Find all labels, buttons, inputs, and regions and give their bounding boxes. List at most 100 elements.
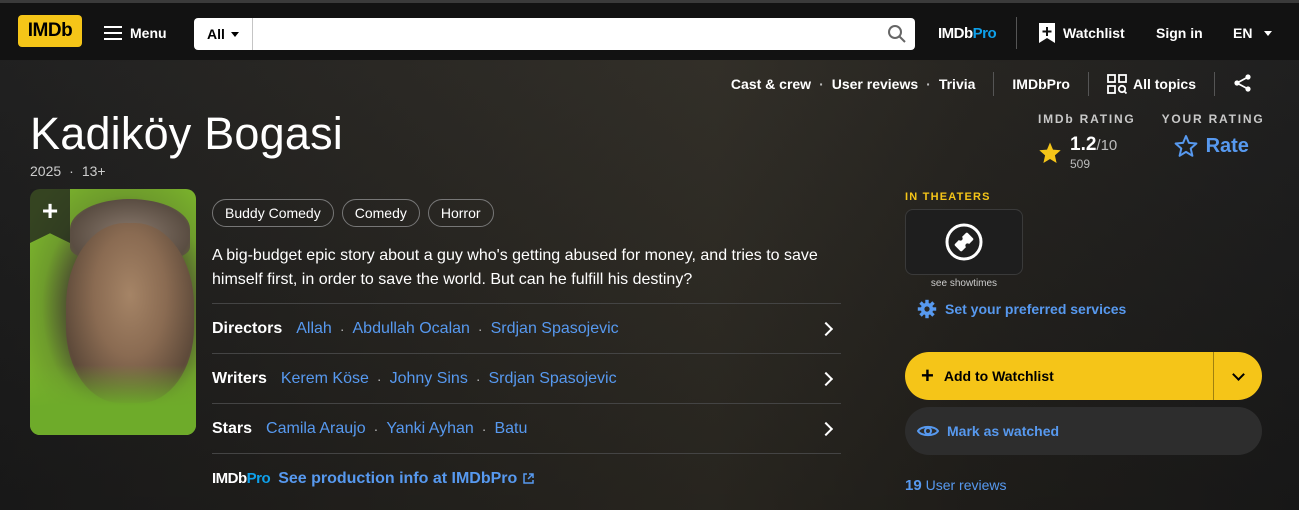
production-info-row: IMDbPro See production info at IMDbPro [212, 453, 841, 503]
rate-button[interactable]: Rate [1174, 134, 1265, 158]
imdbpro-prefix: IMDb [212, 470, 247, 487]
production-info-link[interactable]: See production info at IMDbPro [278, 469, 535, 488]
genre-chips: Buddy Comedy Comedy Horror [212, 199, 494, 227]
signin-link[interactable]: Sign in [1156, 25, 1203, 41]
imdbpro-logo: IMDbPro [212, 470, 271, 487]
showtimes-button[interactable] [905, 209, 1023, 275]
genre-chip[interactable]: Buddy Comedy [212, 199, 334, 227]
language-select[interactable]: EN [1233, 25, 1273, 41]
credit-name[interactable]: Srdjan Spasojevic [491, 320, 619, 338]
credit-name[interactable]: Yanki Ayhan [386, 420, 473, 438]
caret-down-icon [1264, 30, 1273, 36]
add-to-watchlist-button: + Add to Watchlist [905, 352, 1262, 400]
plus-icon: + [921, 363, 934, 388]
title-hero: Cast & crew · User reviews · Trivia IMDb… [0, 60, 1299, 510]
credit-name[interactable]: Srdjan Spasojevic [489, 370, 617, 388]
subnav-cast-crew[interactable]: Cast & crew [723, 76, 819, 92]
share-icon[interactable] [1225, 73, 1261, 96]
preferred-services-label: Set your preferred services [945, 301, 1127, 317]
imdbpro-nav-link[interactable]: IMDbPro [938, 25, 997, 42]
chevron-right-icon[interactable] [818, 421, 834, 436]
title-subnav: Cast & crew · User reviews · Trivia IMDb… [723, 72, 1261, 96]
your-rating: YOUR RATING Rate [1162, 112, 1265, 171]
credit-label: Writers [212, 369, 267, 387]
rating-out-of: /10 [1096, 137, 1118, 154]
credit-name[interactable]: Allah [296, 320, 332, 338]
poster-shirt [30, 365, 196, 435]
ticket-icon [945, 223, 983, 261]
plot-summary: A big-budget epic story about a guy who'… [212, 247, 818, 288]
your-rating-label: YOUR RATING [1161, 112, 1265, 126]
mark-as-watched-label: Mark as watched [947, 423, 1060, 439]
chevron-right-icon[interactable] [818, 371, 834, 386]
production-info-label: See production info at IMDbPro [278, 469, 518, 487]
credit-row-directors[interactable]: Directors Allah · Abdullah Ocalan · Srdj… [212, 303, 841, 353]
all-topics-button[interactable]: All topics [1099, 74, 1204, 94]
star-icon [1039, 142, 1061, 163]
principal-credits: Directors Allah · Abdullah Ocalan · Srdj… [212, 303, 841, 503]
watchlist-add-icon [1039, 23, 1055, 43]
add-to-watchlist-main[interactable]: + Add to Watchlist [905, 352, 1213, 400]
external-link-icon [523, 473, 535, 484]
rate-label: Rate [1205, 134, 1249, 157]
menu-label: Menu [130, 25, 167, 41]
mark-as-watched-button[interactable]: Mark as watched [905, 407, 1262, 455]
star-outline-icon [1174, 135, 1197, 157]
chevron-down-icon [1231, 367, 1245, 381]
subnav-trivia[interactable]: Trivia [931, 76, 984, 92]
subnav-user-reviews[interactable]: User reviews [824, 76, 926, 92]
watchlist-nav-button[interactable]: Watchlist [1039, 23, 1125, 43]
gear-icon [917, 299, 937, 319]
user-review-count: 19 [905, 477, 922, 494]
add-to-watchlist-label: Add to Watchlist [943, 368, 1054, 384]
search-category-select[interactable]: All [194, 18, 253, 50]
rating-score: 1.2 [1070, 134, 1097, 155]
certificate[interactable]: 13+ [82, 163, 106, 179]
search-bar: All [194, 18, 915, 50]
credit-label: Directors [212, 319, 283, 337]
credit-name[interactable]: Abdullah Ocalan [353, 320, 470, 338]
credit-name[interactable]: Camila Araujo [266, 420, 366, 438]
title-meta: 2025 · 13+ [30, 163, 106, 179]
genre-chip[interactable]: Horror [427, 199, 494, 227]
imdbpro-suffix: Pro [246, 470, 271, 487]
chevron-right-icon[interactable] [818, 321, 834, 336]
all-topics-label: All topics [1132, 76, 1196, 92]
in-theaters-label: IN THEATERS [905, 191, 991, 203]
genre-chip[interactable]: Comedy [341, 199, 420, 227]
grid-icon [1107, 74, 1127, 94]
credit-separator: · [477, 320, 483, 337]
preferred-services-link[interactable]: Set your preferred services [917, 299, 1126, 319]
menu-button[interactable]: Menu [104, 19, 167, 47]
user-reviews-link[interactable]: 19 User reviews [905, 477, 1006, 494]
ratings-bar: IMDb RATING 1.2/10 509 YOUR RATING Rate [1038, 112, 1265, 171]
meta-dot: · [69, 163, 74, 179]
search-input[interactable] [253, 19, 879, 49]
credit-name[interactable]: Kerem Köse [281, 370, 369, 388]
credit-row-writers[interactable]: Writers Kerem Köse · Johny Sins · Srdjan… [212, 353, 841, 403]
page-title: Kadiköy Bogasi [30, 108, 343, 159]
release-year[interactable]: 2025 [30, 163, 61, 179]
credit-separator: · [475, 370, 481, 387]
user-reviews-label: User reviews [925, 477, 1007, 493]
eye-icon [917, 425, 939, 437]
search-icon[interactable] [879, 18, 915, 50]
credit-name[interactable]: Johny Sins [390, 370, 468, 388]
imdb-rating[interactable]: IMDb RATING 1.2/10 509 [1038, 112, 1136, 171]
imdb-logo[interactable]: IMDb [18, 15, 82, 47]
hamburger-icon [104, 26, 122, 40]
language-label: EN [1233, 25, 1253, 41]
credit-name[interactable]: Batu [494, 420, 527, 438]
credit-row-stars[interactable]: Stars Camila Araujo · Yanki Ayhan · Batu [212, 403, 841, 453]
search-category-label: All [207, 26, 225, 42]
top-navbar: IMDb Menu All IMDbPro Watchlist Sign in … [0, 0, 1299, 60]
credit-label: Stars [212, 419, 253, 437]
subnav-imdbpro[interactable]: IMDbPro [1004, 76, 1078, 92]
imdb-rating-label: IMDb RATING [1038, 112, 1136, 126]
subnav-divider [993, 72, 995, 96]
plus-icon: + [41, 195, 59, 226]
credit-separator: · [376, 370, 382, 387]
showtimes-label[interactable]: see showtimes [905, 278, 1023, 289]
imdbpro-prefix: IMDb [938, 25, 973, 42]
watchlist-dropdown-button[interactable] [1214, 352, 1262, 400]
